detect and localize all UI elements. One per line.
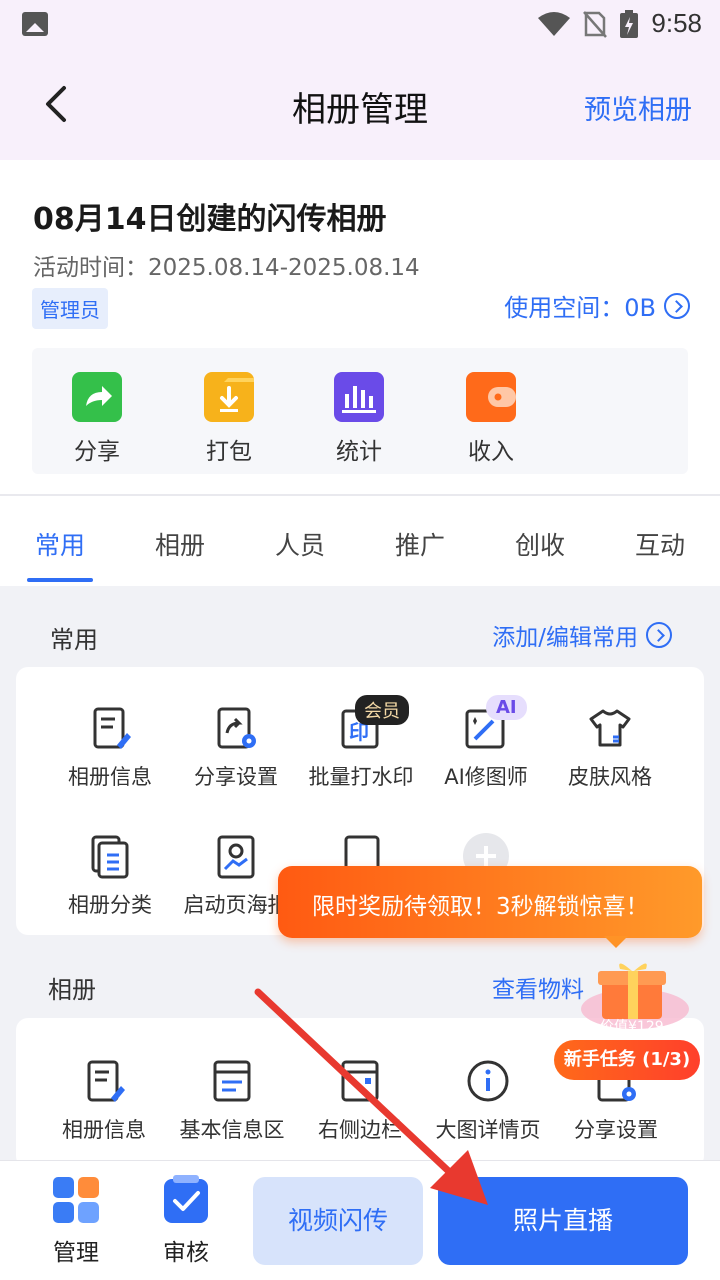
ai-badge: AI — [486, 695, 527, 720]
tab-bar: 常用 相册 人员 推广 创收 互动 — [0, 496, 720, 586]
common-section-title: 常用 — [50, 626, 98, 654]
grid-item-label: 相册信息 — [68, 765, 152, 789]
nav-review-label: 审核 — [163, 1240, 209, 1266]
preview-album-link[interactable]: 预览相册 — [584, 88, 692, 127]
review-check-icon — [161, 1175, 211, 1225]
album-card: 08月14日创建的闪传相册 活动时间：2025.08.14-2025.08.14… — [0, 160, 720, 494]
album-section-title: 相册 — [48, 976, 96, 1004]
edit-common-text: 添加/编辑常用 — [492, 625, 638, 651]
grid-item-label: 分享设置 — [194, 765, 278, 789]
role-badge: 管理员 — [32, 288, 108, 329]
nav-manage-label: 管理 — [53, 1240, 99, 1266]
grid-item-album-info[interactable]: 相册信息 — [46, 705, 174, 791]
grid-item-large-image-detail[interactable]: 大图详情页 — [424, 1058, 552, 1144]
battery-charging-icon — [620, 9, 639, 38]
tab-album[interactable]: 相册 — [120, 526, 240, 562]
share-settings-icon — [213, 705, 259, 751]
quick-action-statistics[interactable]: 统计 — [314, 372, 404, 466]
grid-item-label: 基本信息区 — [179, 1118, 285, 1142]
share-icon — [72, 372, 122, 422]
wifi-icon — [538, 11, 571, 36]
album-info-icon — [81, 1058, 127, 1104]
tab-promotion[interactable]: 推广 — [360, 526, 480, 562]
quick-action-income[interactable]: 收入 — [446, 372, 536, 466]
vip-badge: 会员 — [355, 695, 409, 725]
manage-grid-icon — [51, 1175, 101, 1225]
no-sim-icon — [583, 10, 608, 38]
quick-action-label: 打包 — [206, 439, 252, 465]
grid-item-label: 批量打水印 — [308, 765, 414, 789]
album-info-icon — [87, 705, 133, 751]
basic-info-icon — [209, 1058, 255, 1104]
grid-item-label: 大图详情页 — [435, 1118, 541, 1142]
active-tab-indicator — [27, 578, 93, 582]
wallet-icon — [466, 372, 516, 422]
grid-item-label: AI修图师 — [444, 765, 528, 789]
tab-interaction[interactable]: 互动 — [600, 526, 720, 562]
bottom-bar: 管理 审核 视频闪传 照片直播 — [0, 1160, 720, 1280]
status-time: 9:58 — [651, 8, 702, 38]
grid-item-label: 分享设置 — [574, 1118, 658, 1142]
quick-action-package[interactable]: 打包 — [184, 372, 274, 466]
space-usage-text: 使用空间：0B — [504, 294, 656, 322]
quick-action-label: 收入 — [468, 439, 514, 465]
album-category-icon — [87, 833, 133, 879]
video-flash-button[interactable]: 视频闪传 — [253, 1177, 423, 1265]
grid-item-label: 右侧边栏 — [318, 1118, 402, 1142]
quick-action-label: 统计 — [336, 439, 382, 465]
gift-box-icon[interactable]: 价值¥129 — [580, 955, 690, 1035]
grid-item-basic-info[interactable]: 基本信息区 — [168, 1058, 296, 1144]
right-sidebar-icon — [337, 1058, 383, 1104]
grid-item-ai-retouch[interactable]: AI修图师 — [422, 705, 550, 791]
grid-item-share-settings[interactable]: 分享设置 — [172, 705, 300, 791]
grid-item-label: 相册信息 — [62, 1118, 146, 1142]
promo-text: 限时奖励待领取！3秒解锁惊喜！ — [312, 894, 649, 920]
grid-item-label: 相册分类 — [68, 893, 152, 917]
status-bar: 9:58 — [0, 0, 720, 50]
grid-item-album-info[interactable]: 相册信息 — [40, 1058, 168, 1144]
promo-bubble[interactable]: 限时奖励待领取！3秒解锁惊喜！ — [278, 866, 702, 938]
tab-common[interactable]: 常用 — [0, 526, 120, 562]
view-materials-link[interactable]: 查看物料 — [492, 970, 584, 1004]
nav-review[interactable]: 审核 — [136, 1175, 236, 1267]
tab-revenue[interactable]: 创收 — [480, 526, 600, 562]
chevron-right-circle-icon — [664, 292, 690, 319]
space-usage-link[interactable]: 使用空间：0B — [504, 288, 690, 323]
quick-action-label: 分享 — [74, 439, 120, 465]
promo-bubble-tail — [604, 936, 628, 948]
package-download-icon — [204, 372, 254, 422]
nav-manage[interactable]: 管理 — [26, 1175, 126, 1267]
image-notification-icon — [22, 12, 48, 36]
tab-people[interactable]: 人员 — [240, 526, 360, 562]
quick-actions: 分享 打包 统计 收入 — [32, 348, 688, 474]
grid-item-right-sidebar[interactable]: 右侧边栏 — [296, 1058, 424, 1144]
info-icon — [465, 1058, 511, 1104]
launch-poster-icon — [213, 833, 259, 879]
gift-value-label: 价值¥129 — [600, 1019, 664, 1035]
edit-common-link[interactable]: 添加/编辑常用 — [492, 618, 672, 652]
statistics-icon — [334, 372, 384, 422]
newbie-task-badge[interactable]: 新手任务 (1/3) — [554, 1040, 700, 1080]
grid-item-label: 皮肤风格 — [568, 765, 652, 789]
grid-item-skin-style[interactable]: 皮肤风格 — [546, 705, 674, 791]
photo-live-button[interactable]: 照片直播 — [438, 1177, 688, 1265]
skin-style-icon — [587, 705, 633, 751]
view-materials-text: 查看物料 — [492, 977, 584, 1003]
status-icons: 9:58 — [537, 8, 702, 39]
album-title: 08月14日创建的闪传相册 — [33, 202, 387, 237]
activity-time: 活动时间：2025.08.14-2025.08.14 — [33, 255, 420, 281]
quick-action-share[interactable]: 分享 — [52, 372, 142, 466]
app-header: 相册管理 预览相册 — [0, 60, 720, 150]
grid-item-album-category[interactable]: 相册分类 — [46, 833, 174, 919]
chevron-right-circle-icon — [646, 622, 672, 648]
